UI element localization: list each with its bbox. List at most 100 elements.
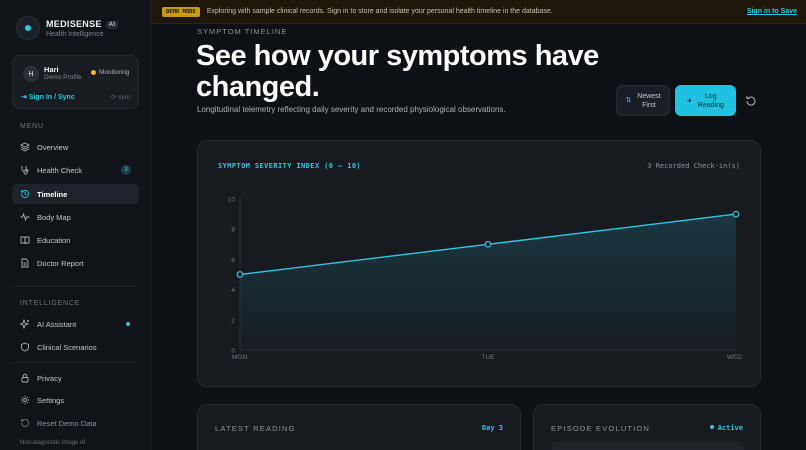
sync-note: ⟳ sym xyxy=(111,93,130,101)
sidebar-divider xyxy=(12,286,139,287)
log-label-line1: Log xyxy=(704,92,717,100)
banner-text: Exploring with sample clinical records. … xyxy=(206,8,553,15)
sidebar-item-privacy[interactable]: Privacy xyxy=(12,368,139,388)
signin-label: Sign In / Sync xyxy=(28,94,75,101)
log-label: Log Reading xyxy=(698,92,724,110)
sidebar-divider xyxy=(12,362,139,363)
episode-status-text: Active xyxy=(717,424,743,432)
demo-banner: DEMO MODE Exploring with sample clinical… xyxy=(151,0,806,24)
page-eyebrow: SYMPTOM TIMELINE xyxy=(197,27,288,36)
y-tick-label: 2 xyxy=(231,317,235,324)
sidebar-item-label: Doctor Report xyxy=(37,258,84,268)
sidebar-item-timeline[interactable]: Timeline xyxy=(12,184,139,204)
sidebar-item-label: Health Check xyxy=(37,165,83,175)
latest-reading-label: LATEST READING xyxy=(215,424,296,433)
profile-name: Hari xyxy=(44,65,59,74)
sort-label-line1: Newest xyxy=(637,92,661,100)
sort-label: Newest First xyxy=(637,92,660,110)
status-badge: Monitoring xyxy=(91,69,129,76)
stethoscope-icon xyxy=(20,165,30,175)
menu-section-label: MENU xyxy=(20,123,44,130)
sidebar-item-label: Overview xyxy=(37,142,69,152)
sidebar-item-label: Settings xyxy=(37,395,65,405)
status-dot-icon xyxy=(91,70,96,75)
series-area xyxy=(240,214,736,350)
page-title: See how your symptoms have changed. xyxy=(196,40,599,103)
book-icon xyxy=(20,235,30,245)
refresh-button[interactable] xyxy=(745,94,757,106)
plus-icon: + xyxy=(687,96,692,105)
x-tick-label: MON xyxy=(232,354,247,361)
footnote: Non-diagnostic Image AI xyxy=(20,440,86,446)
brand-logo-icon xyxy=(16,16,40,40)
layers-icon xyxy=(20,142,30,152)
demo-mode-tag: DEMO MODE xyxy=(162,6,200,17)
sidebar-item-body-map[interactable]: Body Map xyxy=(12,207,139,227)
avatar[interactable]: H xyxy=(23,66,39,82)
profile-role: Demo Profile xyxy=(44,74,82,81)
brand-name: MEDISENSE xyxy=(46,18,102,29)
sync-note-text: sym xyxy=(118,94,131,101)
y-tick-label: 6 xyxy=(231,257,235,264)
sidebar-item-overview[interactable]: Overview xyxy=(12,137,139,157)
sidebar-item-label: Body Map xyxy=(37,212,71,222)
active-dot-icon xyxy=(709,425,714,429)
latest-reading-card[interactable]: LATEST READING Day 3 xyxy=(197,404,521,450)
sidebar-item-settings[interactable]: Settings xyxy=(12,390,139,410)
reset-icon xyxy=(20,418,30,428)
intelligence-section-label: INTELLIGENCE xyxy=(20,300,81,307)
sparkle-icon xyxy=(20,319,30,329)
page-subtitle: Longitudinal telemetry reflecting daily … xyxy=(197,105,506,114)
episode-panel xyxy=(552,441,744,450)
sidebar-item-doctor-report[interactable]: Doctor Report xyxy=(12,253,139,273)
brand[interactable]: MEDISENSE AI Health Intelligence xyxy=(16,16,119,40)
data-point xyxy=(484,240,492,248)
sort-label-line2: First xyxy=(642,101,656,109)
refresh-icon xyxy=(746,96,756,106)
y-tick-label: 8 xyxy=(231,227,235,234)
log-label-line2: Reading xyxy=(697,101,724,109)
sidebar-item-clinical-scenarios[interactable]: Clinical Scenarios xyxy=(12,337,139,357)
ai-badge: AI xyxy=(105,20,119,29)
sort-newest-first-button[interactable]: ⇅ Newest First xyxy=(616,85,670,116)
sidebar-item-label: AI Assistant xyxy=(37,319,77,329)
signin-icon: ⇥ xyxy=(21,94,29,101)
sidebar-item-reset-demo-data[interactable]: Reset Demo Data xyxy=(12,413,139,433)
new-indicator-dot xyxy=(126,322,130,326)
sidebar: MEDISENSE AI Health Intelligence H Hari D… xyxy=(0,0,151,450)
shield-icon xyxy=(20,342,30,352)
sidebar-item-health-check[interactable]: Health Check 3 xyxy=(12,160,139,180)
x-tick-label: WED xyxy=(727,354,742,361)
count-badge: 3 xyxy=(121,165,131,175)
y-tick-label: 10 xyxy=(228,197,236,204)
lock-icon xyxy=(20,373,30,383)
data-point xyxy=(236,271,244,278)
sort-icon: ⇅ xyxy=(625,97,632,104)
severity-chart: 0246810MON TUE WED xyxy=(228,197,743,362)
report-icon xyxy=(20,258,30,268)
sidebar-item-label: Clinical Scenarios xyxy=(37,342,97,352)
sidebar-item-education[interactable]: Education xyxy=(12,230,139,250)
sidebar-item-label: Education xyxy=(37,235,71,245)
history-icon xyxy=(20,189,30,199)
symptom-chart-card: SYMPTOM SEVERITY INDEX (0 – 10) 3 Record… xyxy=(197,140,761,387)
episode-evolution-label: EPISODE EVOLUTION xyxy=(551,424,651,433)
brand-tagline: Health Intelligence xyxy=(46,30,104,38)
profile-card: H Hari Demo Profile Monitoring ⇥ Sign In… xyxy=(12,55,139,109)
sign-in-to-save-link[interactable]: Sign in to Save xyxy=(747,8,797,15)
sidebar-item-label: Timeline xyxy=(37,189,68,199)
sidebar-item-label: Privacy xyxy=(37,373,62,383)
log-reading-button[interactable]: + Log Reading xyxy=(675,85,736,116)
sidebar-item-label: Reset Demo Data xyxy=(37,418,97,428)
activity-icon xyxy=(20,212,30,222)
latest-reading-day: Day 3 xyxy=(481,424,503,432)
data-point xyxy=(732,210,740,218)
y-tick-label: 4 xyxy=(231,287,235,294)
sign-in-sync-link[interactable]: ⇥ Sign In / Sync xyxy=(21,93,75,101)
sidebar-item-ai-assistant[interactable]: AI Assistant xyxy=(12,314,139,334)
x-tick-label: TUE xyxy=(482,354,496,361)
status-text: Monitoring xyxy=(99,69,130,76)
gear-icon xyxy=(20,395,30,405)
episode-status: Active xyxy=(709,424,743,432)
episode-evolution-card[interactable]: EPISODE EVOLUTION Active xyxy=(533,404,761,450)
